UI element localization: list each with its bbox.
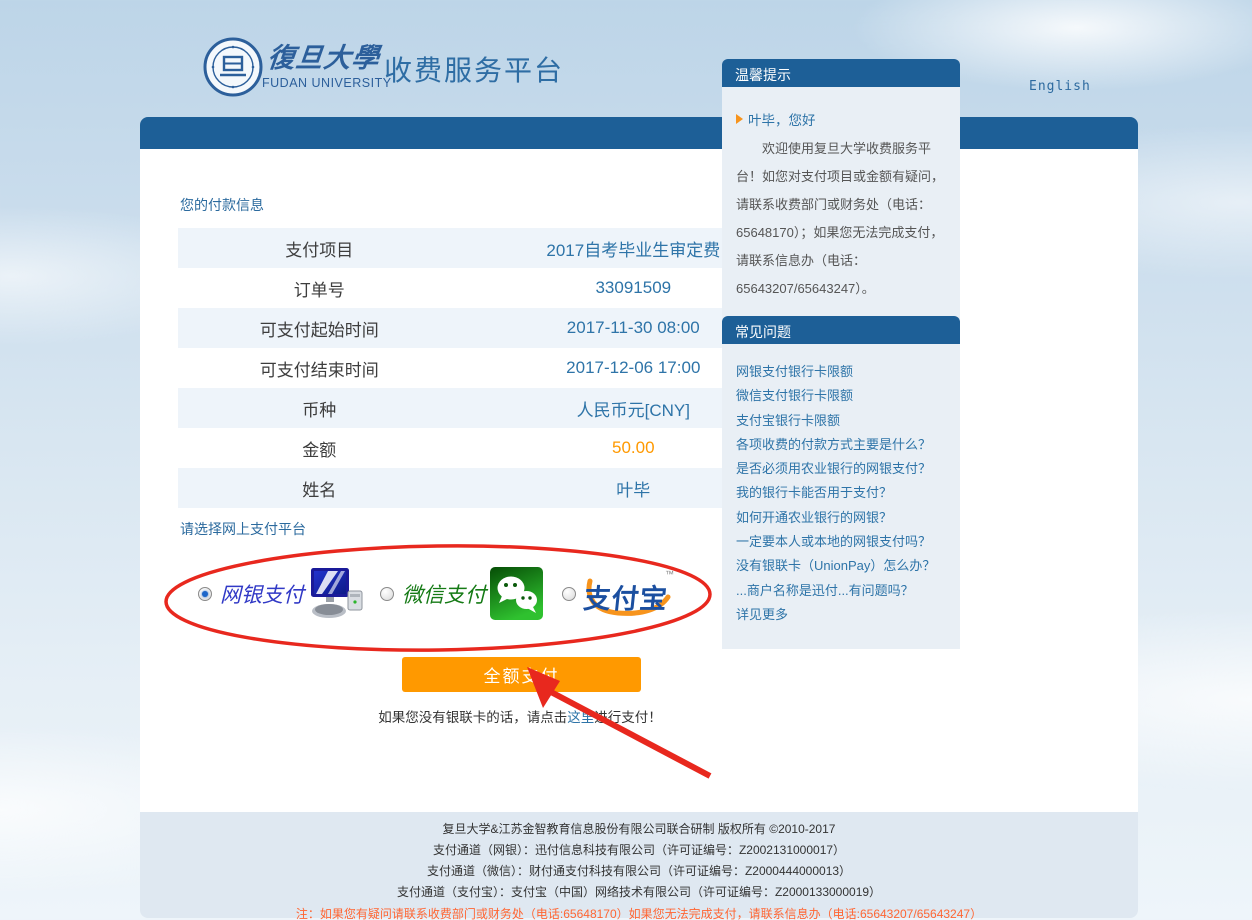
row-label: 订单号 [178, 276, 461, 301]
page-title: 收费服务平台 [384, 49, 564, 89]
greeting-line: 叶毕，您好 [736, 109, 946, 129]
row-label: 币种 [178, 396, 461, 421]
english-language-link[interactable]: English [1029, 79, 1091, 94]
option-wechat[interactable]: 微信支付 [380, 567, 543, 620]
faq-link[interactable]: 支付宝银行卡限额 [736, 409, 946, 433]
table-row: 可支付结束时间 2017-12-06 17:00 [178, 348, 806, 388]
alipay-trademark: ™ [665, 569, 674, 579]
table-row: 金额 50.00 [178, 428, 806, 468]
alipay-text: 支付宝 [582, 577, 670, 616]
row-label: 可支付起始时间 [178, 316, 461, 341]
payment-info-section-title: 您的付款信息 [180, 195, 264, 215]
alipay-radio[interactable] [562, 587, 576, 601]
row-label: 姓名 [178, 476, 461, 501]
faq-link[interactable]: 我的银行卡能否用于支付？ [736, 481, 946, 505]
option-alipay[interactable]: 支付宝 ™ [562, 567, 670, 621]
wechat-label: 微信支付 [402, 579, 486, 609]
footer-line: 支付通道（网银）：迅付信息科技有限公司（许可证编号：Z2002131000017… [140, 840, 1138, 861]
faq-panel: 常见问题 网银支付银行卡限额微信支付银行卡限额支付宝银行卡限额各项收费的付款方式… [722, 316, 960, 649]
netbank-radio[interactable] [198, 587, 212, 601]
tips-text: 欢迎使用复旦大学收费服务平台！如您对支付项目或金额有疑问，请联系收费部门或财务处… [736, 135, 946, 303]
table-row: 支付项目 2017自考毕业生审定费 [178, 228, 806, 268]
tips-header: 温馨提示 [722, 59, 960, 87]
tips-panel: 温馨提示 叶毕，您好 欢迎使用复旦大学收费服务平台！如您对支付项目或金额有疑问，… [722, 59, 960, 319]
wechat-icon [490, 567, 543, 620]
table-row: 订单号 33091509 [178, 268, 806, 308]
faq-link[interactable]: 网银支付银行卡限额 [736, 360, 946, 384]
footer-line: 支付通道（支付宝）：支付宝（中国）网络技术有限公司（许可证编号：Z2000133… [140, 882, 1138, 903]
main-content-panel: 您的付款信息 支付项目 2017自考毕业生审定费 订单号 33091509 可支… [140, 149, 1138, 812]
table-row: 币种 人民币元[CNY] [178, 388, 806, 428]
netbank-label: 网银支付 [220, 579, 304, 609]
navigation-bar [140, 117, 1138, 149]
row-label: 支付项目 [178, 236, 461, 261]
orange-arrow-icon [736, 114, 743, 124]
table-row: 姓名 叶毕 [178, 468, 806, 508]
full-payment-button[interactable]: 全额支付 [402, 657, 641, 692]
faq-link[interactable]: 微信支付银行卡限额 [736, 384, 946, 408]
faq-link[interactable]: 没有银联卡（UnionPay）怎么办？ [736, 554, 946, 578]
page-footer: 复旦大学&江苏金智教育信息股份有限公司联合研制 版权所有 ©2010-2017支… [140, 812, 1138, 918]
note-suffix: 进行支付！ [594, 710, 662, 725]
here-link[interactable]: 这里 [567, 710, 594, 725]
faq-link[interactable]: 如何开通农业银行的网银？ [736, 506, 946, 530]
footer-line: 支付通道（微信）：财付通支付科技有限公司（许可证编号：Z200044400001… [140, 861, 1138, 882]
netbank-computer-icon [308, 567, 366, 621]
university-name-calligraphy: 復旦大學 [266, 36, 382, 75]
university-name-english: FUDAN UNIVERSITY [262, 76, 392, 90]
option-netbank[interactable]: 网银支付 [198, 567, 366, 621]
faq-link[interactable]: 是否必须用农业银行的网银支付？ [736, 457, 946, 481]
faq-header: 常见问题 [722, 316, 960, 344]
footer-lines: 复旦大学&江苏金智教育信息股份有限公司联合研制 版权所有 ©2010-2017支… [140, 819, 1138, 903]
payment-page: 復旦大學 FUDAN UNIVERSITY 收费服务平台 English 您的付… [0, 0, 1252, 920]
fudan-university-seal-logo [203, 37, 263, 97]
greeting-text: 叶毕，您好 [748, 109, 816, 129]
faq-link[interactable]: 各项收费的付款方式主要是什么？ [736, 433, 946, 457]
footer-line: 复旦大学&江苏金智教育信息股份有限公司联合研制 版权所有 ©2010-2017 [140, 819, 1138, 840]
alipay-logo: 支付宝 ™ [584, 567, 670, 621]
note-prefix: 如果您没有银联卡的话，请点击 [378, 710, 567, 725]
payment-info-table: 支付项目 2017自考毕业生审定费 订单号 33091509 可支付起始时间 2… [178, 228, 806, 508]
no-unionpay-note: 如果您没有银联卡的话，请点击这里进行支付！ [260, 706, 780, 726]
row-label: 金额 [178, 436, 461, 461]
row-label: 可支付结束时间 [178, 356, 461, 381]
platform-section-title: 请选择网上支付平台 [180, 519, 306, 539]
footer-contact-note: 注：如果您有疑问请联系收费部门或财务处（电话:65648170）如果您无法完成支… [140, 903, 1138, 920]
faq-link[interactable]: 一定要本人或本地的网银支付吗？ [736, 530, 946, 554]
faq-link[interactable]: ...商户名称是迅付...有问题吗？ [736, 579, 946, 603]
tips-body: 叶毕，您好 欢迎使用复旦大学收费服务平台！如您对支付项目或金额有疑问，请联系收费… [722, 87, 960, 319]
faq-links: 网银支付银行卡限额微信支付银行卡限额支付宝银行卡限额各项收费的付款方式主要是什么… [722, 344, 960, 649]
wechat-radio[interactable] [380, 587, 394, 601]
table-row: 可支付起始时间 2017-11-30 08:00 [178, 308, 806, 348]
faq-link[interactable]: 详见更多 [736, 603, 946, 627]
